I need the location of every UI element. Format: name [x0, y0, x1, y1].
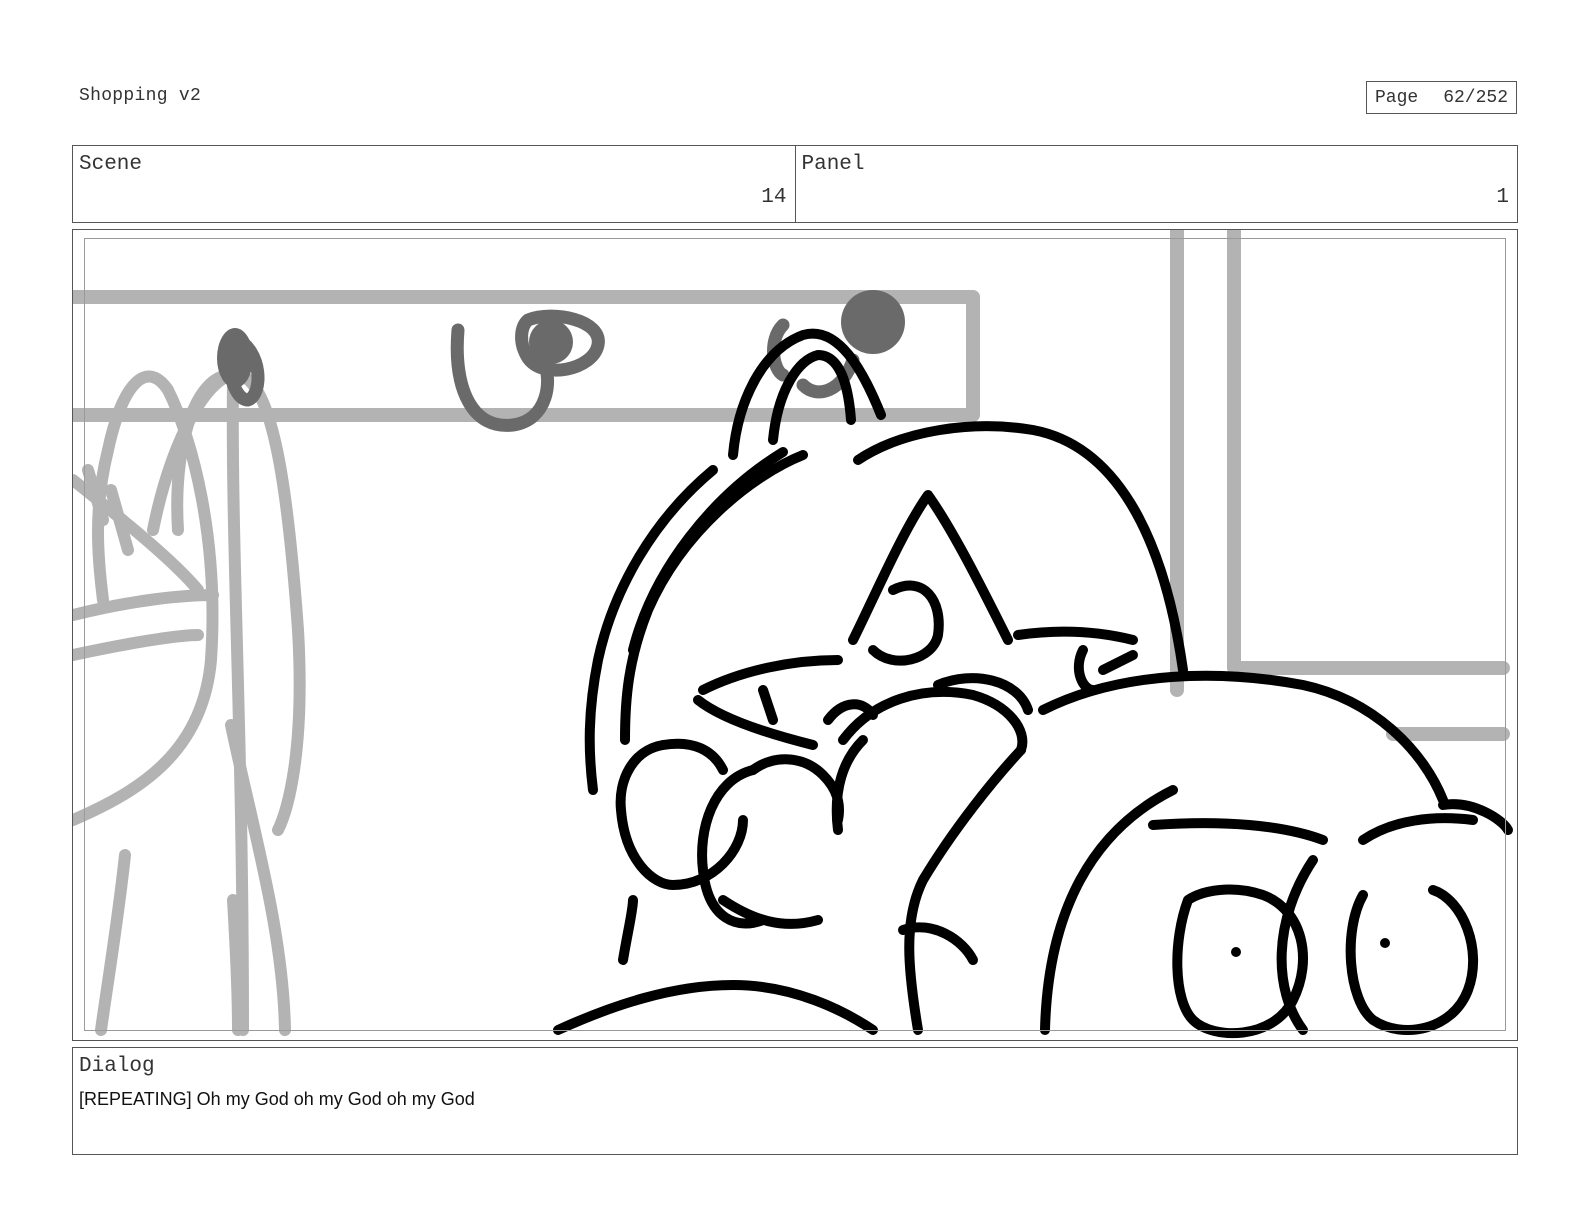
scene-panel-row: Scene 14 Panel 1 — [72, 145, 1518, 223]
document-title: Shopping v2 — [79, 86, 202, 106]
dialog-box: Dialog [REPEATING] Oh my God oh my God o… — [72, 1047, 1518, 1155]
panel-number: 1 — [1496, 186, 1509, 209]
panel-label: Panel — [801, 153, 865, 176]
scene-cell: Scene 14 — [73, 146, 795, 222]
scene-label: Scene — [79, 153, 143, 176]
page-number: 62/252 — [1443, 87, 1508, 108]
scene-number: 14 — [761, 186, 787, 209]
dialog-text: [REPEATING] Oh my God oh my God oh my Go… — [79, 1089, 475, 1109]
dialog-label: Dialog — [79, 1055, 155, 1078]
frame-safe-area — [84, 238, 1506, 1031]
page-indicator: Page 62/252 — [1366, 81, 1517, 114]
page-label: Page — [1375, 87, 1419, 108]
storyboard-frame — [72, 229, 1518, 1041]
panel-cell: Panel 1 — [794, 146, 1518, 222]
